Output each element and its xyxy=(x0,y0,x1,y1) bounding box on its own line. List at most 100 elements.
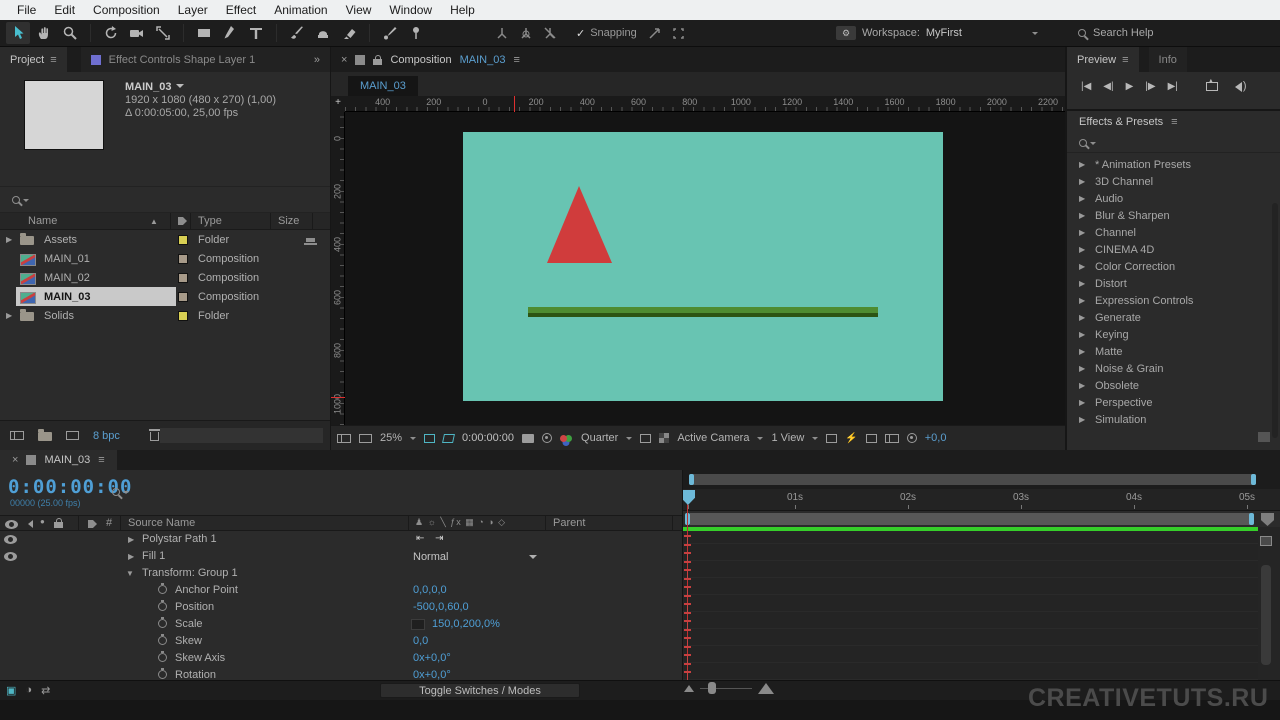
vertical-ruler[interactable]: 02004006008001000 xyxy=(331,112,345,425)
twirl-icon[interactable] xyxy=(1079,279,1089,288)
column-size[interactable]: Size xyxy=(278,215,299,227)
close-icon[interactable]: × xyxy=(12,454,18,466)
column-name[interactable]: Name xyxy=(28,215,57,227)
menu-item[interactable]: Help xyxy=(441,3,484,17)
property-value[interactable]: 150,0,200,0% xyxy=(432,618,500,630)
label-column-icon[interactable] xyxy=(178,217,187,225)
transport-button[interactable]: |◀ xyxy=(1081,81,1091,92)
menu-item[interactable]: Edit xyxy=(45,3,84,17)
green-platform-shape[interactable] xyxy=(528,307,878,317)
index-column[interactable]: # xyxy=(106,517,112,529)
view-layout-value[interactable]: 1 View xyxy=(771,432,804,444)
red-triangle-shape[interactable] xyxy=(547,186,612,263)
brush-tool-icon[interactable] xyxy=(285,22,309,44)
twirl-icon[interactable] xyxy=(1079,296,1089,305)
property-value[interactable]: 0,0 xyxy=(413,635,428,647)
property-label[interactable]: Rotation xyxy=(175,669,216,680)
view-axis-mode-icon[interactable] xyxy=(538,22,562,44)
layer-track-area[interactable] xyxy=(683,532,1258,680)
clone-stamp-tool-icon[interactable] xyxy=(311,22,335,44)
safe-margins-icon[interactable] xyxy=(442,434,455,443)
zoom-in-icon[interactable] xyxy=(758,683,774,694)
checkerboard-icon[interactable] xyxy=(659,433,669,443)
pan-behind-tool-icon[interactable] xyxy=(151,22,175,44)
resolution-value[interactable]: Quarter xyxy=(581,432,618,444)
audio-icon[interactable] xyxy=(1230,82,1242,92)
always-preview-icon[interactable] xyxy=(337,434,351,443)
panel-menu-icon[interactable] xyxy=(1122,54,1128,66)
roto-brush-tool-icon[interactable] xyxy=(378,22,402,44)
snap-features-icon[interactable] xyxy=(667,22,691,44)
chevron-down-icon[interactable] xyxy=(757,437,763,443)
timeline-zoom-control[interactable] xyxy=(684,683,774,694)
interpret-footage-icon[interactable] xyxy=(10,431,24,440)
effects-category[interactable]: Obsolete xyxy=(1067,377,1280,394)
exposure-icon[interactable] xyxy=(907,433,917,443)
property-value[interactable]: 0x+0,0° xyxy=(413,652,451,664)
composition-frame[interactable] xyxy=(463,132,943,401)
chevron-down-icon[interactable] xyxy=(410,437,416,443)
twirl-icon[interactable] xyxy=(1079,177,1089,186)
work-area-bar[interactable] xyxy=(683,511,1280,527)
type-tool-icon[interactable] xyxy=(244,22,268,44)
effects-category[interactable]: * Animation Presets xyxy=(1067,156,1280,173)
property-label[interactable]: Scale xyxy=(175,618,203,630)
tab-preview[interactable]: Preview xyxy=(1067,47,1139,72)
label-color-swatch[interactable] xyxy=(178,254,188,264)
label-color-swatch[interactable] xyxy=(178,292,188,302)
project-row-assets[interactable]: Assets Folder xyxy=(0,230,330,249)
region-of-interest-icon[interactable] xyxy=(424,434,435,443)
comp-marker-bin-icon[interactable] xyxy=(1261,513,1274,526)
panel-corner-icon[interactable] xyxy=(1258,432,1270,442)
rotation-tool-icon[interactable] xyxy=(99,22,123,44)
hand-tool-icon[interactable] xyxy=(32,22,56,44)
row-transform-group[interactable]: Transform: Group 1 xyxy=(0,565,682,582)
pen-tool-icon[interactable] xyxy=(218,22,242,44)
twirl-icon[interactable] xyxy=(1079,347,1089,356)
zoom-slider-track[interactable] xyxy=(700,688,752,689)
menu-item[interactable]: Window xyxy=(380,3,441,17)
tab-effect-controls[interactable]: Effect Controls Shape Layer 1 » xyxy=(81,47,330,72)
effects-category[interactable]: Keying xyxy=(1067,326,1280,343)
scrollbar-thumb[interactable] xyxy=(689,474,1256,485)
expand-layer-switches-icon[interactable]: ▣ xyxy=(6,684,16,697)
twirl-icon[interactable] xyxy=(1079,194,1089,203)
tab-info[interactable]: Info xyxy=(1149,47,1187,72)
work-area[interactable] xyxy=(690,513,1250,525)
menu-item[interactable]: Effect xyxy=(217,3,265,17)
search-help[interactable]: Search Help xyxy=(1078,27,1154,39)
composition-viewport[interactable] xyxy=(345,112,1065,425)
row-label[interactable]: Transform: Group 1 xyxy=(142,567,238,579)
label-color-swatch[interactable] xyxy=(178,235,188,245)
row-label[interactable]: Fill 1 xyxy=(142,550,165,562)
parent-column[interactable]: Parent xyxy=(553,517,585,529)
tab-main03[interactable]: MAIN_03 xyxy=(348,76,418,96)
twirl-icon[interactable] xyxy=(1079,398,1089,407)
timeline-tab[interactable]: × MAIN_03 xyxy=(0,450,117,470)
property-label[interactable]: Skew Axis xyxy=(175,652,225,664)
twirl-icon[interactable] xyxy=(1079,160,1089,169)
effects-category[interactable]: Blur & Sharpen xyxy=(1067,207,1280,224)
horizontal-ruler[interactable]: 4002000200400600800100012001400160018002… xyxy=(345,96,1065,112)
tab-overflow-icon[interactable]: » xyxy=(314,54,320,66)
item-name[interactable]: MAIN_03 xyxy=(125,81,171,93)
show-snapshot-icon[interactable] xyxy=(542,433,552,443)
zoom-out-icon[interactable] xyxy=(684,685,694,692)
new-composition-icon[interactable] xyxy=(66,431,79,440)
panel-menu-icon[interactable] xyxy=(98,454,104,466)
effects-category[interactable]: Color Correction xyxy=(1067,258,1280,275)
stopwatch-icon[interactable] xyxy=(158,585,167,594)
menu-item[interactable]: Layer xyxy=(169,3,217,17)
search-options-caret[interactable] xyxy=(23,199,29,205)
active-camera-value[interactable]: Active Camera xyxy=(677,432,749,444)
column-type[interactable]: Type xyxy=(198,215,222,227)
twirl-icon[interactable] xyxy=(1079,245,1089,254)
row-rotation[interactable]: Rotation 0x+0,0° xyxy=(0,667,682,680)
transport-button[interactable]: ▶ xyxy=(1126,81,1134,92)
twirl-icon[interactable] xyxy=(6,235,16,244)
main-monitor-icon[interactable] xyxy=(359,434,372,443)
property-label[interactable]: Anchor Point xyxy=(175,584,238,596)
blend-mode-dropdown[interactable]: Normal xyxy=(413,549,541,564)
new-folder-icon[interactable] xyxy=(38,432,52,441)
exposure-value[interactable]: +0,0 xyxy=(925,432,947,444)
